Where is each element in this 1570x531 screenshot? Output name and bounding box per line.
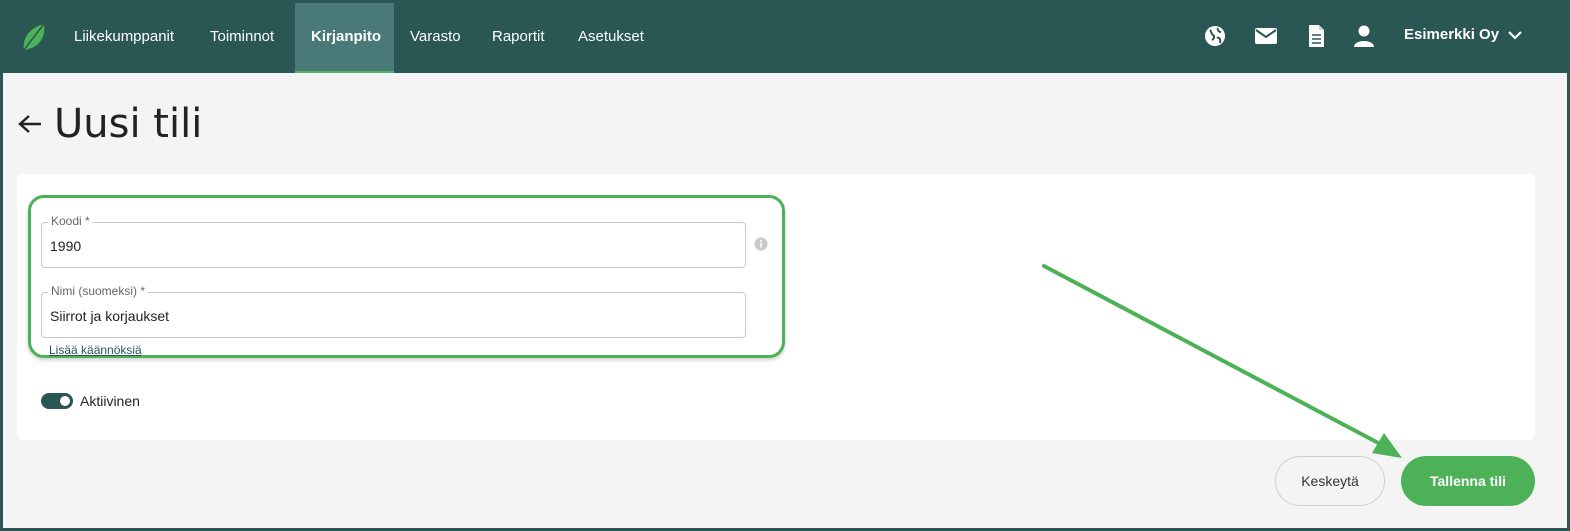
nav-item-asetukset[interactable]: Asetukset [562,3,660,73]
code-field-label: Koodi * [48,214,93,228]
nav-item-liikekumppanit[interactable]: Liikekumppanit [58,3,190,73]
chevron-down-icon [1508,30,1522,40]
nav-item-kirjanpito[interactable]: Kirjanpito [295,3,394,73]
user-icon[interactable] [1352,24,1376,48]
name-field-value: Siirrot ja korjaukset [50,308,170,324]
name-field[interactable]: Nimi (suomeksi) * Siirrot ja korjaukset [41,284,746,338]
company-selector[interactable]: Esimerkki Oy [1404,26,1523,43]
active-toggle-label: Aktiivinen [80,393,140,409]
account-form-card: Koodi * 1990 Nimi (suomeksi) * Siirrot j… [17,174,1535,440]
code-field[interactable]: Koodi * 1990 [41,214,746,268]
main-content: Uusi tili Koodi * 1990 Nimi (suomeksi) *… [3,73,1567,528]
nav-item-varasto[interactable]: Varasto [394,3,477,73]
toggle-knob [60,396,70,406]
code-field-value: 1990 [50,238,82,254]
document-icon[interactable] [1304,24,1328,48]
globe-icon[interactable] [1203,24,1227,48]
back-arrow-icon[interactable] [17,113,43,135]
company-name: Esimerkki Oy [1404,26,1500,43]
leaf-logo-icon[interactable] [20,22,48,52]
nav-item-raportit[interactable]: Raportit [476,3,561,73]
page-title: Uusi tili [54,101,203,147]
mail-icon[interactable] [1254,24,1278,48]
name-field-label: Nimi (suomeksi) * [48,284,149,298]
save-account-button[interactable]: Tallenna tili [1401,456,1535,506]
info-icon[interactable] [754,237,768,251]
nav-item-toiminnot[interactable]: Toiminnot [194,3,290,73]
active-toggle[interactable] [41,393,73,409]
cancel-button[interactable]: Keskeytä [1275,456,1385,506]
top-navigation-bar: Liikekumppanit Toiminnot Kirjanpito Vara… [0,0,1570,73]
add-translations-link[interactable]: Lisää käännöksiä [49,343,142,357]
